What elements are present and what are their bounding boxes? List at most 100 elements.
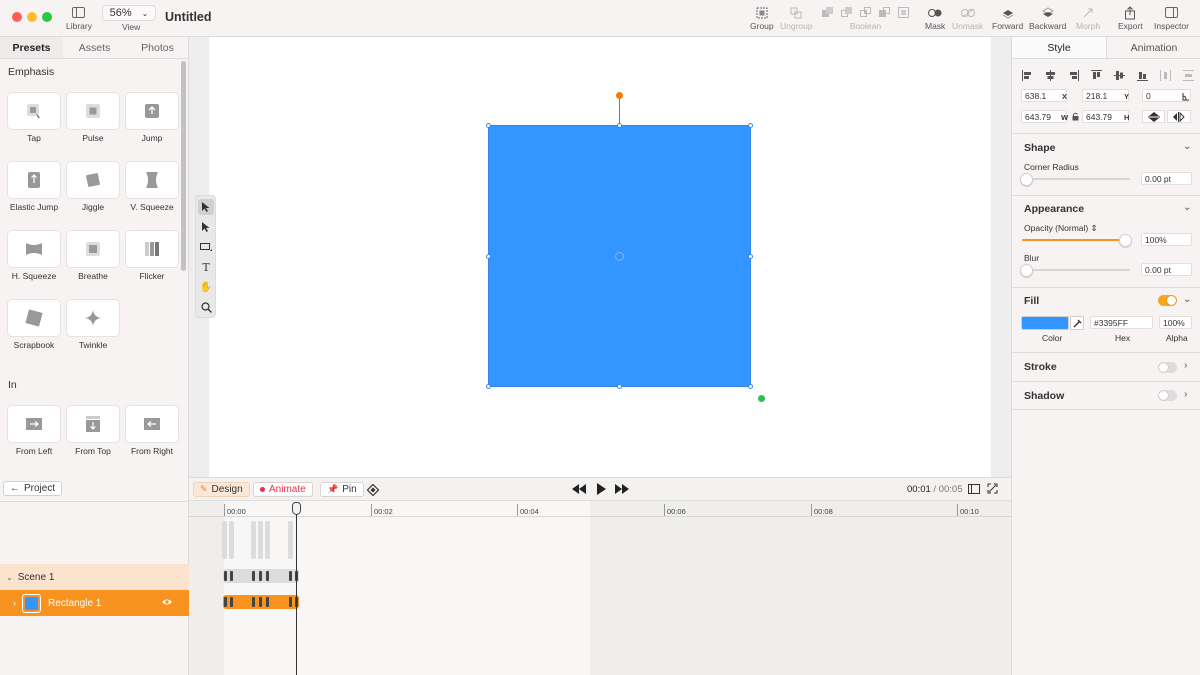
fill-alpha-field[interactable]: 100% (1159, 316, 1192, 329)
preset-flicker[interactable]: Flicker (125, 231, 179, 281)
direct-select-tool-icon[interactable] (198, 219, 214, 235)
blur-slider-knob[interactable] (1020, 264, 1033, 277)
boolean-buttons[interactable]: Boolean (822, 4, 909, 31)
chevron-down-icon[interactable]: ⌄ (1183, 202, 1191, 213)
align-center-h-icon[interactable] (1045, 70, 1056, 82)
preset-scrapbook[interactable]: Scrapbook (7, 300, 61, 350)
distribute-v-icon[interactable] (1183, 70, 1194, 82)
scene-track[interactable] (223, 569, 299, 583)
x-position-field[interactable]: 638.1 (1021, 89, 1067, 102)
align-bottom-icon[interactable] (1137, 70, 1148, 82)
scene-row[interactable]: ⌄ Scene 1 (0, 564, 189, 590)
zoom-select[interactable]: 56% ⌄ (102, 5, 156, 21)
keyframe-diamond-icon[interactable] (366, 483, 380, 499)
keyframe-marker[interactable] (289, 597, 292, 607)
opacity-field[interactable]: 100% (1141, 233, 1192, 246)
corner-radius-handle[interactable] (758, 395, 765, 402)
preset-from-top[interactable]: From Top (66, 406, 120, 456)
preset-breathe[interactable]: Breathe (66, 231, 120, 281)
anchor-point-icon[interactable] (615, 252, 624, 261)
forward-button[interactable]: Forward (992, 4, 1023, 31)
inspector-button[interactable]: Inspector (1154, 4, 1189, 31)
shadow-toggle[interactable] (1158, 390, 1177, 401)
hand-tool-icon[interactable]: ✋ (198, 279, 214, 295)
preset-from-left[interactable]: From Left (7, 406, 61, 456)
flip-horizontal-icon[interactable] (1167, 110, 1191, 123)
distribute-h-icon[interactable] (1160, 70, 1171, 82)
keyframe-marker[interactable] (224, 597, 227, 607)
canvas-area[interactable]: T ✋ (189, 37, 1011, 477)
export-button[interactable]: Export (1118, 4, 1143, 31)
keyframe-marker[interactable] (266, 597, 269, 607)
fill-hex-field[interactable]: #3395FF (1090, 316, 1153, 329)
align-left-icon[interactable] (1022, 70, 1033, 82)
preset-elastic-jump[interactable]: Elastic Jump (7, 162, 61, 212)
tab-animation[interactable]: Animation (1107, 37, 1200, 58)
preset-jump[interactable]: Jump (125, 93, 179, 143)
preset-v-squeeze[interactable]: V. Squeeze (125, 162, 179, 212)
flip-vertical-icon[interactable] (1142, 110, 1165, 123)
zoom-window-button[interactable] (42, 12, 52, 22)
blur-slider-track[interactable] (1026, 269, 1130, 271)
close-window-button[interactable] (12, 12, 22, 22)
library-button[interactable]: Library (66, 4, 92, 31)
fill-toggle[interactable] (1158, 295, 1177, 306)
rectangle-tool-icon[interactable] (198, 239, 214, 255)
unmask-button[interactable]: Unmask (952, 4, 983, 31)
layer-row-rectangle-1[interactable]: › Rectangle 1 (0, 590, 189, 616)
lock-icon[interactable] (1072, 112, 1079, 124)
ungroup-button[interactable]: Ungroup (780, 4, 813, 31)
mask-button[interactable]: Mask (925, 4, 945, 31)
select-tool-icon[interactable] (198, 199, 214, 215)
keyframe-marker[interactable] (259, 597, 262, 607)
fast-forward-icon[interactable] (615, 484, 629, 497)
resize-handle-top[interactable] (617, 123, 622, 128)
align-top-icon[interactable] (1091, 70, 1102, 82)
height-field[interactable]: 643.79 (1082, 110, 1129, 123)
keyframe-marker[interactable] (289, 571, 292, 581)
resize-handle-top-left[interactable] (486, 123, 491, 128)
stroke-toggle[interactable] (1158, 362, 1177, 373)
preset-pulse[interactable]: Pulse (66, 93, 120, 143)
corner-radius-slider-track[interactable] (1026, 178, 1130, 180)
chevron-down-icon[interactable]: ⌄ (1183, 294, 1191, 305)
rewind-icon[interactable] (572, 484, 586, 497)
eye-icon[interactable] (161, 597, 173, 610)
rectangle-1-track[interactable] (223, 595, 299, 609)
zoom-tool-icon[interactable] (198, 299, 214, 315)
resize-handle-top-right[interactable] (748, 123, 753, 128)
align-center-v-icon[interactable] (1114, 70, 1125, 82)
fit-timeline-icon[interactable] (968, 483, 980, 498)
chevron-right-icon[interactable]: › (1184, 389, 1187, 400)
opacity-slider-knob[interactable] (1119, 234, 1132, 247)
preset-h-squeeze[interactable]: H. Squeeze (7, 231, 61, 281)
timeline-ruler[interactable]: 00:00 00:02 00:04 00:06 00:08 00:10 (189, 501, 1011, 517)
text-tool-icon[interactable]: T (198, 259, 214, 275)
preset-from-right[interactable]: From Right (125, 406, 179, 456)
project-button[interactable]: ← Project (3, 481, 63, 496)
artboard[interactable] (209, 37, 991, 477)
group-button[interactable]: Group (750, 4, 774, 31)
keyframe-marker[interactable] (266, 571, 269, 581)
eyedropper-icon[interactable] (1070, 316, 1084, 330)
opacity-blend-dropdown[interactable]: Opacity (Normal) ⇕ (1024, 223, 1098, 234)
preset-jiggle[interactable]: Jiggle (66, 162, 120, 212)
fill-color-swatch[interactable] (1021, 316, 1069, 330)
rotation-handle[interactable] (616, 92, 623, 99)
preset-twinkle[interactable]: Twinkle (66, 300, 120, 350)
align-right-icon[interactable] (1068, 70, 1079, 82)
tab-presets[interactable]: Presets (0, 37, 63, 58)
keyframe-marker[interactable] (259, 571, 262, 581)
resize-handle-left[interactable] (486, 254, 491, 259)
design-mode-button[interactable]: ✎ Design (193, 482, 250, 497)
keyframe-marker[interactable] (252, 597, 255, 607)
resize-handle-bottom[interactable] (617, 384, 622, 389)
preset-tap[interactable]: Tap (7, 93, 61, 143)
keyframe-marker[interactable] (230, 597, 233, 607)
play-icon[interactable] (596, 483, 606, 498)
expand-icon[interactable] (987, 483, 998, 497)
minimize-window-button[interactable] (27, 12, 37, 22)
pin-button[interactable]: 📌 Pin (320, 482, 364, 497)
playhead-handle[interactable] (292, 502, 301, 515)
timeline[interactable]: 00:00 00:02 00:04 00:06 00:08 00:10 (189, 501, 1011, 675)
